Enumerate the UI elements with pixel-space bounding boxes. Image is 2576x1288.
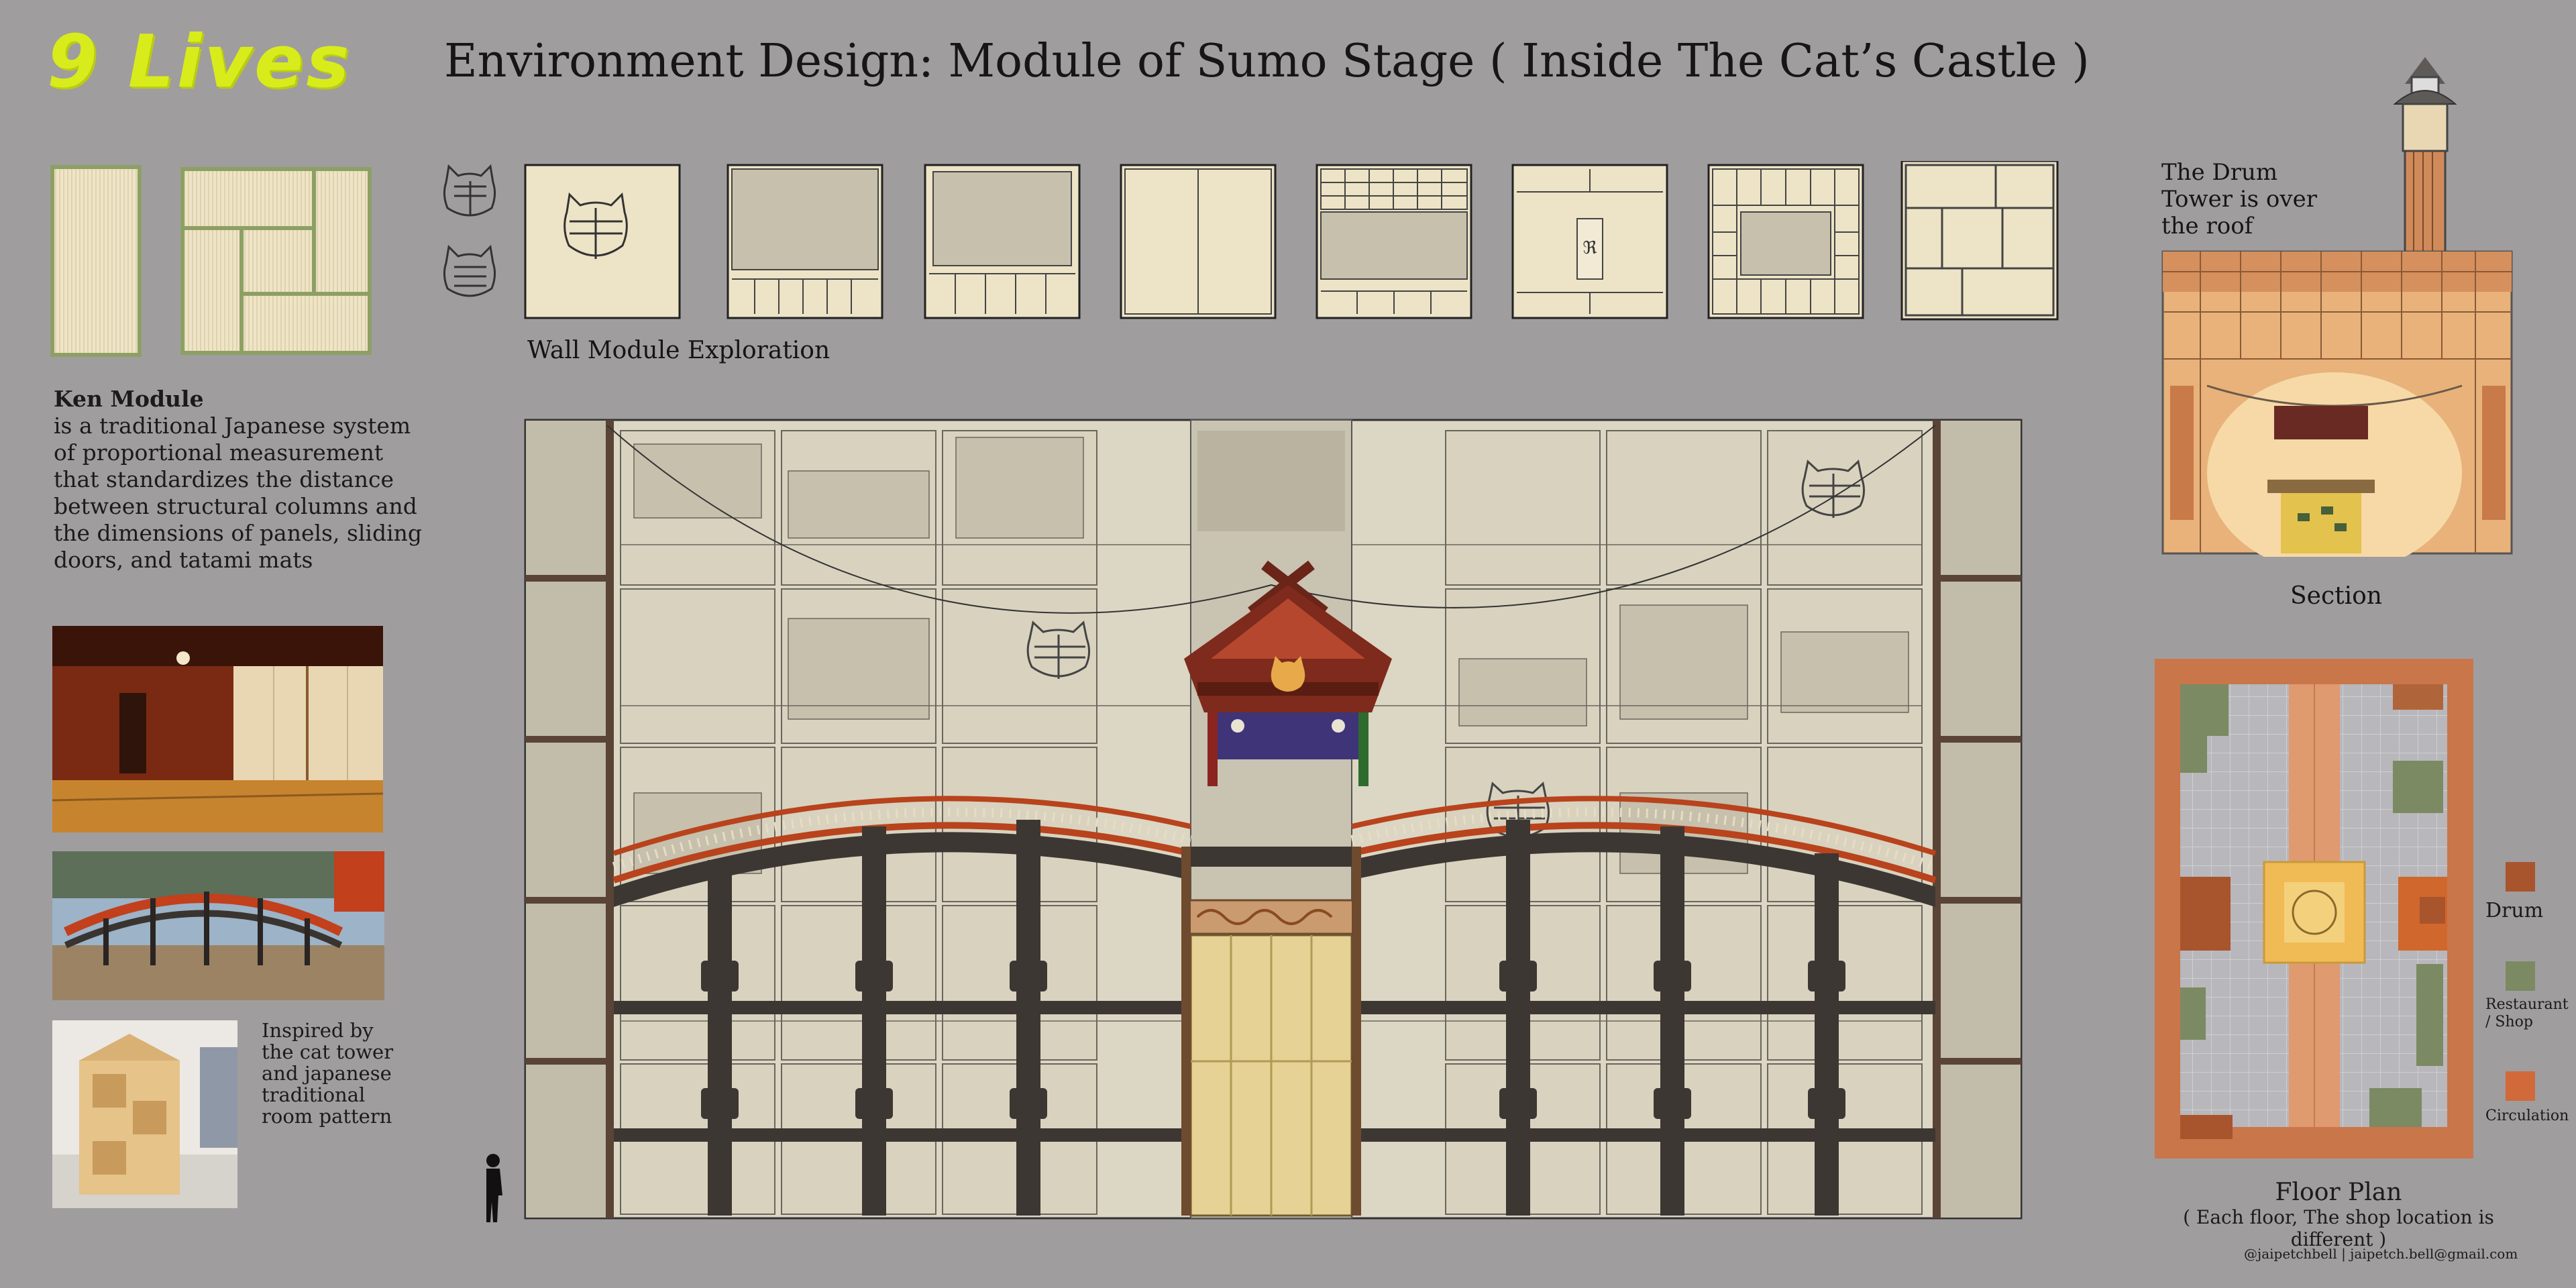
- tatami-illustrations: [50, 165, 372, 357]
- wall-modules-caption: Wall Module Exploration: [527, 337, 830, 364]
- floor-plan-drawing: [2155, 659, 2473, 1159]
- photo-japanese-room: [52, 626, 383, 833]
- legend-label-circulation: Circulation: [2485, 1108, 2569, 1124]
- wall-modules: ℜ: [443, 161, 2059, 321]
- wall-module-6: ℜ: [1511, 164, 1668, 319]
- central-gate: [1181, 847, 1361, 1217]
- ken-module-description: Ken Module is a traditional Japanese sys…: [54, 386, 429, 574]
- legend-label-shop: Restaurant / Shop: [2485, 996, 2569, 1030]
- section-label: Section: [2290, 582, 2382, 610]
- photo-cat-tower: [52, 1020, 237, 1208]
- sumo-stage-elevation: [486, 419, 2023, 1222]
- page-title: Environment Design: Module of Sumo Stage…: [444, 35, 2090, 88]
- legend-swatch-circulation: [2506, 1071, 2535, 1101]
- wall-module-2: [727, 164, 883, 319]
- human-scale-figure: [486, 1154, 502, 1222]
- floor-plan-subtitle: ( Each floor, The shop location is diffe…: [2183, 1206, 2494, 1250]
- logo: 9 Lives: [47, 20, 352, 104]
- cat-window-icons: [443, 164, 496, 297]
- legend-label-drum: Drum: [2485, 899, 2544, 922]
- tatami-layout: [180, 167, 372, 355]
- wall-module-5: [1316, 164, 1472, 319]
- section-cutaway: [2161, 250, 2513, 557]
- tatami-single: [50, 165, 142, 357]
- wall-module-8: [1900, 161, 2059, 321]
- ken-module-body: is a traditional Japanese system of prop…: [54, 413, 423, 573]
- tower-section-drawing: [2161, 57, 2513, 557]
- legend-swatch-drum: [2506, 862, 2535, 892]
- legend-swatch-shop: [2506, 961, 2535, 991]
- wall-module-7: [1707, 164, 1864, 319]
- ken-module-heading: Ken Module: [54, 386, 204, 412]
- floor-plan-caption: Floor Plan ( Each floor, The shop locati…: [2144, 1179, 2533, 1250]
- svg-text:ℜ: ℜ: [1582, 238, 1597, 258]
- floor-plan-title: Floor Plan: [2275, 1179, 2402, 1206]
- photo-red-bridge: [52, 851, 384, 1000]
- wall-module-3: [924, 164, 1081, 319]
- contact-credit: @jaipetchbell | jaipetch.bell@gmail.com: [2244, 1246, 2518, 1262]
- inspiration-caption: Inspired by the cat tower and japanese t…: [262, 1019, 394, 1128]
- wall-module-1: [524, 164, 681, 319]
- wall-module-4: [1120, 164, 1277, 319]
